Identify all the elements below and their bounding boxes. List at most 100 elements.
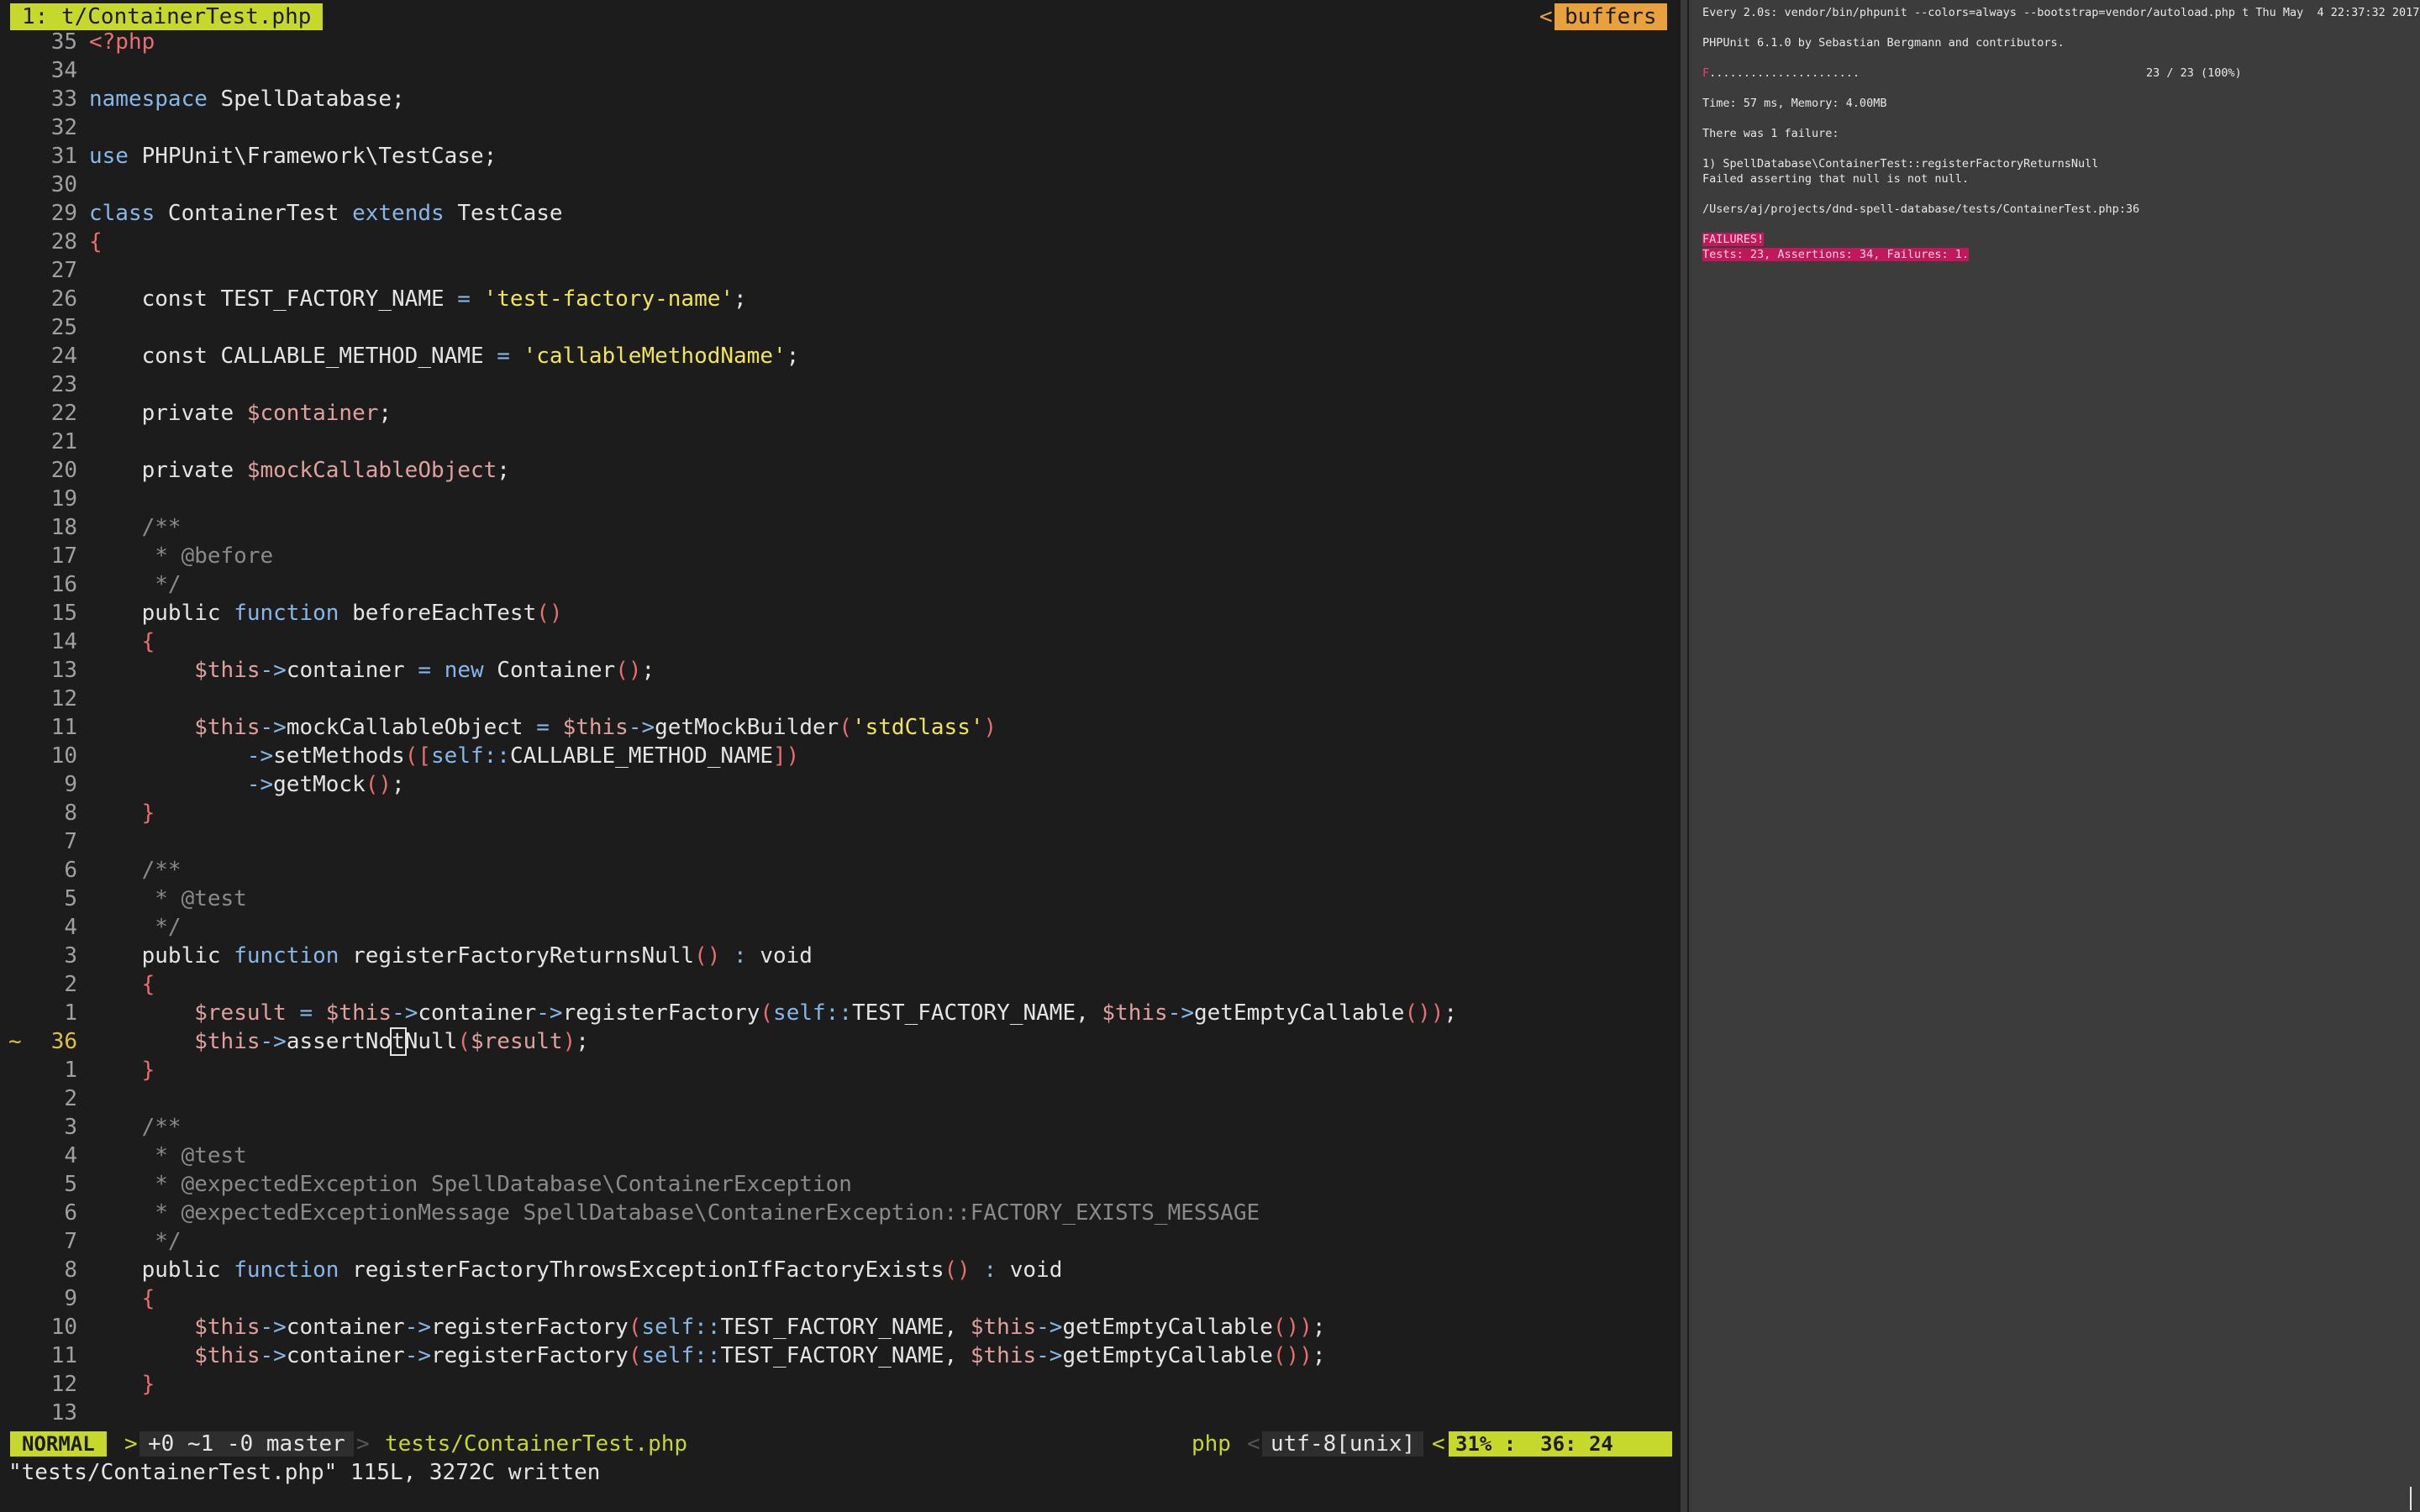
code-token: $this [562,715,629,740]
code-line[interactable]: 13 [0,1399,1677,1427]
code-line[interactable]: 26 const TEST_FACTORY_NAME = 'test-facto… [0,285,1677,313]
code-line[interactable]: 6 /** [0,856,1677,885]
code-token: $this [970,1315,1037,1340]
code-line[interactable]: 21 [0,428,1677,456]
code-line[interactable]: 22 private $container; [0,399,1677,428]
code-token: : [983,1257,997,1283]
code-line[interactable]: 1 $result = $this->container->registerFa… [0,999,1677,1027]
code-token: registerFactoryReturnsNull [339,943,695,969]
code-line[interactable]: 18 /** [0,513,1677,542]
code-line[interactable]: 4 * @test [0,1142,1677,1170]
code-line[interactable]: 11 $this->mockCallableObject = $this->ge… [0,713,1677,742]
code-line[interactable]: 17 * @before [0,542,1677,570]
code-line[interactable]: 14 { [0,627,1677,656]
code-token: ()) [1272,1343,1313,1368]
code-line[interactable]: 11 $this->container->registerFactory(sel… [0,1341,1677,1370]
watch-header: Every 2.0s: vendor/bin/phpunit --colors=… [1702,6,2420,19]
code-token: private [89,401,247,426]
code-line[interactable]: 12 [0,685,1677,713]
line-number: 28 [50,229,77,255]
code-buffer[interactable]: 35 <?php 34 33 namespace SpellDatabase; 32 31 u… [0,28,1677,1427]
code-token: void [997,1257,1063,1283]
code-line[interactable]: 10 ->setMethods([self::CALLABLE_METHOD_N… [0,742,1677,770]
line-text: $this->container = new Container(); [89,656,655,685]
line-number: 12 [50,1372,77,1397]
code-line[interactable]: 20 private $mockCallableObject; [0,456,1677,485]
code-line[interactable]: 6 * @expectedExceptionMessage SpellDatab… [0,1199,1677,1227]
code-line[interactable]: 5 * @test [0,885,1677,913]
code-line[interactable]: 3 /** [0,1113,1677,1142]
code-line[interactable]: 23 [0,370,1677,399]
line-number: 4 [64,1143,77,1168]
code-line[interactable]: 9 ->getMock(); [0,770,1677,799]
code-line[interactable]: 33 namespace SpellDatabase; [0,85,1677,113]
code-line[interactable]: 31 use PHPUnit\Framework\TestCase; [0,142,1677,171]
split-divider[interactable] [1681,0,1692,1512]
line-text: } [89,1370,155,1399]
code-line[interactable]: 28 { [0,228,1677,256]
code-line[interactable]: 35 <?php [0,28,1677,56]
line-text: const TEST_FACTORY_NAME = 'test-factory-… [89,285,747,313]
code-token: function [234,1257,339,1283]
code-token: } [89,1058,155,1083]
code-line[interactable]: 27 [0,256,1677,285]
code-line[interactable]: 10 $this->container->registerFactory(sel… [0,1313,1677,1341]
code-line[interactable]: 24 const CALLABLE_METHOD_NAME = 'callabl… [0,342,1677,370]
line-number: 17 [50,543,77,569]
code-line[interactable]: 32 [0,113,1677,142]
code-line[interactable]: 5 * @expectedException SpellDatabase\Con… [0,1170,1677,1199]
code-line[interactable]: 2 [0,1084,1677,1113]
line-text: $this->container->registerFactory(self::… [89,1341,1325,1370]
code-token: assertNo [286,1029,392,1054]
code-line[interactable]: 8 public function registerFactoryThrowsE… [0,1256,1677,1284]
code-token: } [89,1372,155,1397]
code-token: :: [825,1000,852,1026]
code-line[interactable]: 9 { [0,1284,1677,1313]
line-number: 1 [64,1000,77,1026]
code-line[interactable]: 12 } [0,1370,1677,1399]
code-token: $mockCallableObject [246,458,497,483]
line-number: 30 [50,172,77,197]
code-line[interactable]: 30 [0,171,1677,199]
code-line-current[interactable]: ~36 $this->assertNotNull($result); [0,1027,1677,1056]
code-token: = [299,1000,313,1026]
statusline-separator: > [124,1431,138,1457]
code-token: $this [970,1343,1037,1368]
statusline-separator: > [356,1431,370,1457]
command-line[interactable]: "tests/ContainerTest.php" 115L, 3272C wr… [8,1458,600,1487]
code-line[interactable]: 3 public function registerFactoryReturns… [0,942,1677,970]
line-number: 29 [50,201,77,226]
code-token: getEmptyCallable [1062,1343,1273,1368]
tab-container-test[interactable]: 1: t/ContainerTest.php [10,3,324,30]
code-line[interactable]: 8 } [0,799,1677,827]
code-line[interactable]: 16 */ [0,570,1677,599]
code-line[interactable]: 13 $this->container = new Container(); [0,656,1677,685]
code-line[interactable]: 1 } [0,1056,1677,1084]
code-token: getMock [273,772,366,797]
code-token: ()) [1272,1315,1313,1340]
terminal-pane[interactable]: Every 2.0s: vendor/bin/phpunit --colors=… [1692,0,2420,1512]
code-line[interactable]: 19 [0,485,1677,513]
code-token: CALLABLE_METHOD_NAME [509,743,774,769]
failures-label: FAILURES! [1702,232,1765,247]
code-token: $container [246,401,379,426]
buffers-indicator[interactable]: buffers [1555,3,1667,30]
code-token: { [89,229,103,255]
vim-editor-pane[interactable]: 1: t/ContainerTest.php < buffers 35 <?php… [0,0,1681,1512]
code-token: container [418,1000,537,1026]
code-line[interactable]: 25 [0,313,1677,342]
code-line[interactable]: 34 [0,56,1677,85]
code-token: $result [194,1000,287,1026]
code-line[interactable]: 15 public function beforeEachTest() [0,599,1677,627]
code-token: -> [246,772,274,797]
line-number: 15 [50,601,77,626]
code-line[interactable]: 7 */ [0,1227,1677,1256]
code-line[interactable]: 2 { [0,970,1677,999]
failure-title: 1) SpellDatabase\ContainerTest::register… [1702,157,2099,171]
code-line[interactable]: 29 class ContainerTest extends TestCase [0,199,1677,228]
code-line[interactable]: 4 */ [0,913,1677,942]
line-text: { [89,1284,155,1313]
code-line[interactable]: 7 [0,827,1677,856]
